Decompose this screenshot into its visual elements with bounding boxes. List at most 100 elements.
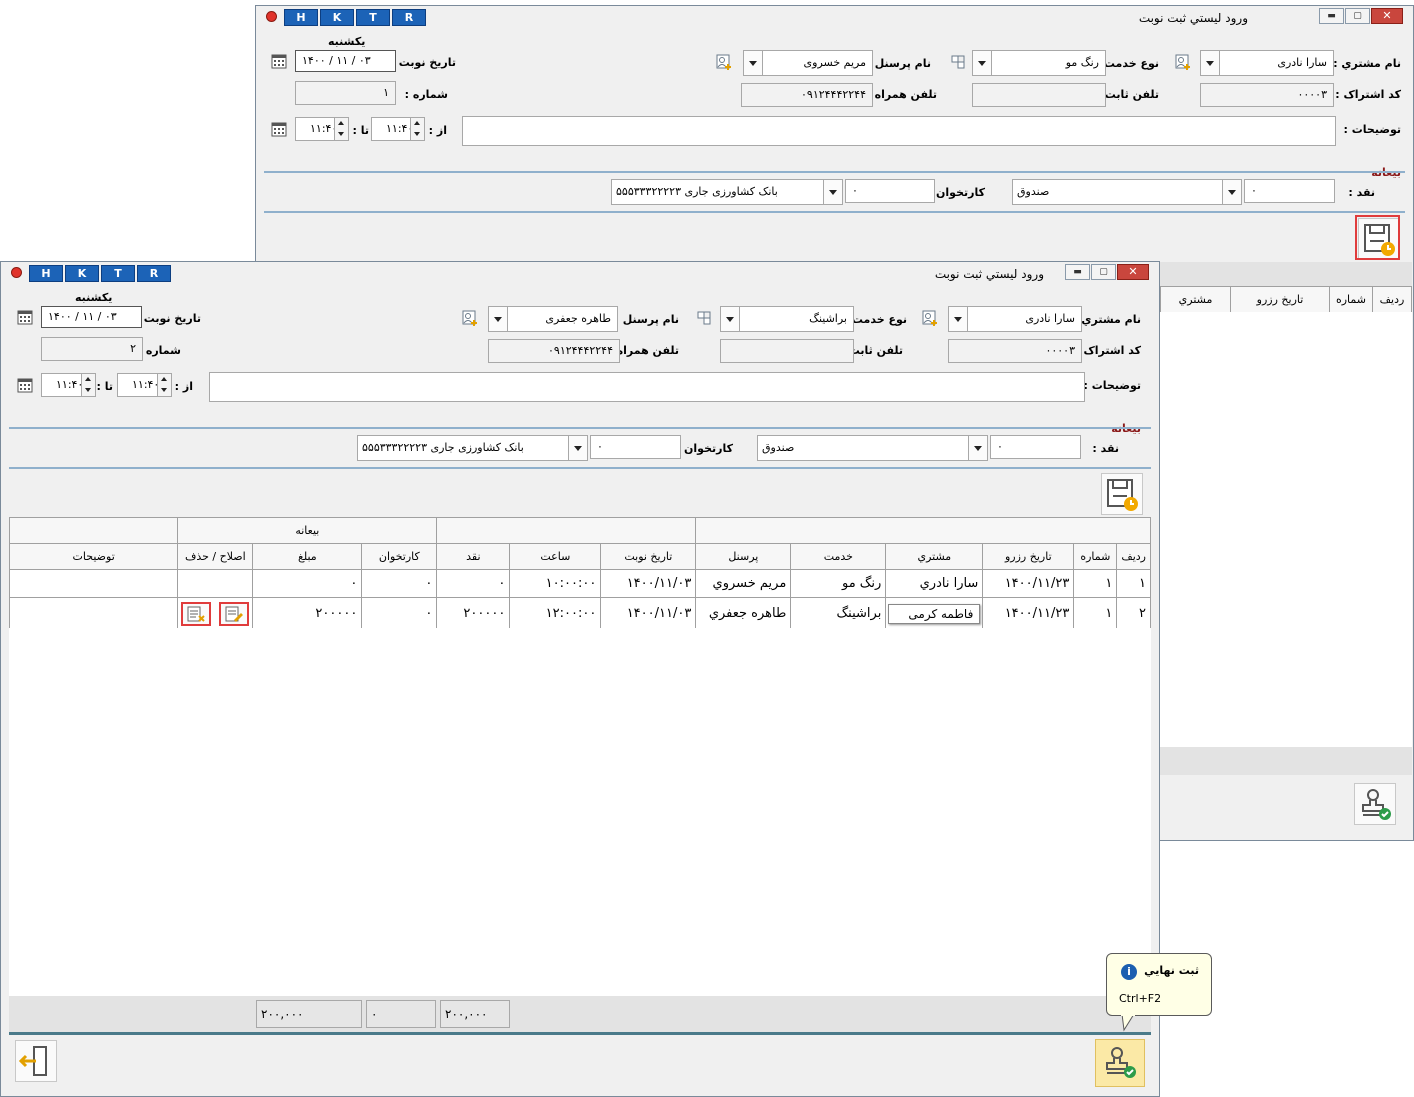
spin-down-icon[interactable] <box>157 385 171 396</box>
table-row[interactable]: ۲ ۱ ۱۴۰۰/۱۱/۲۳ فاطمه کرمی براشينگ طاهره … <box>8 597 1151 630</box>
col-cash[interactable]: نقد <box>436 543 511 570</box>
final-submit-button[interactable] <box>1354 783 1396 825</box>
col-description[interactable]: توضيحات <box>8 543 179 570</box>
col-row[interactable]: رديف <box>1116 543 1151 570</box>
spin-up-icon[interactable] <box>157 374 171 385</box>
col-amount[interactable]: مبلغ <box>252 543 363 570</box>
mobile-field[interactable]: ۰۹۱۲۴۴۴۲۲۴۴ <box>741 83 873 107</box>
card-field[interactable]: ۰ <box>845 179 935 203</box>
spin-down-icon[interactable] <box>410 129 424 140</box>
description-field[interactable] <box>209 372 1085 402</box>
spin-down-icon[interactable] <box>81 385 95 396</box>
cash-label: نقد : <box>1348 186 1375 199</box>
staff-search-icon[interactable] <box>461 309 479 327</box>
chevron-down-icon[interactable] <box>1222 180 1241 204</box>
phone-field[interactable] <box>720 339 854 363</box>
cell-time: ۱۲:۰۰:۰۰ <box>509 597 602 630</box>
tooltip-pointer <box>1121 1014 1135 1032</box>
h-button[interactable]: H <box>29 265 63 282</box>
table-row[interactable]: ۱ ۱ ۱۴۰۰/۱۱/۲۳ سارا نادري رنگ مو مريم خس… <box>8 569 1151 598</box>
cash-field[interactable]: ۰ <box>990 435 1081 459</box>
cell-amount: ۲۰۰۰۰۰ <box>252 597 363 630</box>
spin-down-icon[interactable] <box>334 129 348 140</box>
chevron-down-icon[interactable] <box>744 51 763 75</box>
from-time-field[interactable]: ۱۱:۴۰ <box>371 117 425 141</box>
from-time-field[interactable]: ۱۱:۴۰ <box>117 373 172 397</box>
col-reserve-date[interactable]: تاريخ رزرو <box>982 543 1075 570</box>
service-settings-icon[interactable] <box>949 53 967 71</box>
chevron-down-icon[interactable] <box>973 51 992 75</box>
col-row[interactable]: رديف <box>1372 286 1412 313</box>
exit-button[interactable] <box>15 1040 57 1082</box>
cell-customer[interactable]: فاطمه کرمی <box>885 597 984 630</box>
col-edit-delete[interactable]: اصلاح / حذف <box>177 543 254 570</box>
staff-combo[interactable]: طاهره جعفری <box>488 306 618 332</box>
edit-button[interactable] <box>219 601 250 626</box>
customer-search-icon[interactable] <box>1174 53 1192 71</box>
customer-search-icon[interactable] <box>921 309 939 327</box>
customer-combo[interactable]: سارا نادری <box>1200 50 1334 76</box>
minimize-button[interactable]: ▬ <box>1319 8 1344 24</box>
service-combo[interactable]: براشینگ <box>720 306 854 332</box>
delete-button[interactable] <box>181 601 212 626</box>
cash-field[interactable]: ۰ <box>1244 179 1335 203</box>
description-field[interactable] <box>462 116 1336 146</box>
spin-up-icon[interactable] <box>334 118 348 129</box>
calendar-icon[interactable] <box>16 376 34 394</box>
close-button[interactable]: ✕ <box>1371 8 1403 24</box>
col-number[interactable]: شماره <box>1073 543 1118 570</box>
final-submit-button[interactable] <box>1095 1039 1145 1087</box>
customer-combo[interactable]: سارا نادری <box>948 306 1082 332</box>
chevron-down-icon[interactable] <box>1201 51 1220 75</box>
col-time[interactable]: ساعت <box>509 543 602 570</box>
r-button[interactable]: R <box>392 9 426 26</box>
bank-combo[interactable]: بانک کشاورزی جاری ۵۵۵۳۳۳۲۲۲۲۳ <box>357 435 588 461</box>
date-field[interactable]: ۱۴۰۰ / ۱۱ / ۰۳ <box>295 50 396 72</box>
col-card[interactable]: کارتخوان <box>361 543 438 570</box>
calendar-icon[interactable] <box>16 308 34 326</box>
col-appointment-date[interactable]: تاريخ نوبت <box>600 543 697 570</box>
card-field[interactable]: ۰ <box>590 435 681 459</box>
t-button[interactable]: T <box>356 9 390 26</box>
date-field[interactable]: ۱۴۰۰ / ۱۱ / ۰۳ <box>41 306 142 328</box>
customer-dropdown-editor[interactable]: فاطمه کرمی <box>888 603 981 624</box>
service-settings-icon[interactable] <box>695 309 713 327</box>
close-button[interactable]: ✕ <box>1117 264 1149 280</box>
chevron-down-icon[interactable] <box>721 307 740 331</box>
phone-field[interactable] <box>972 83 1106 107</box>
mobile-field[interactable]: ۰۹۱۲۴۴۴۲۲۴۴ <box>488 339 620 363</box>
t-button[interactable]: T <box>101 265 135 282</box>
to-time-field[interactable]: ۱۱:۴۰ <box>41 373 96 397</box>
col-customer[interactable]: مشتري <box>885 543 984 570</box>
staff-search-icon[interactable] <box>715 53 733 71</box>
chevron-down-icon[interactable] <box>949 307 968 331</box>
col-staff[interactable]: پرسنل <box>695 543 792 570</box>
col-service[interactable]: خدمت <box>790 543 887 570</box>
maximize-button[interactable]: ▢ <box>1345 8 1370 24</box>
k-button[interactable]: K <box>320 9 354 26</box>
col-reserve-date[interactable]: تاريخ رزرو <box>1230 286 1330 313</box>
k-button[interactable]: K <box>65 265 99 282</box>
cash-box-combo[interactable]: صندوق <box>757 435 988 461</box>
chevron-down-icon[interactable] <box>968 436 987 460</box>
r-button[interactable]: R <box>137 265 171 282</box>
col-number[interactable]: شماره <box>1329 286 1373 313</box>
maximize-button[interactable]: ▢ <box>1091 264 1116 280</box>
h-button[interactable]: H <box>284 9 318 26</box>
spin-up-icon[interactable] <box>410 118 424 129</box>
calendar-icon[interactable] <box>270 52 288 70</box>
save-appointment-button[interactable] <box>1101 473 1143 515</box>
calendar-icon[interactable] <box>270 120 288 138</box>
minimize-button[interactable]: ▬ <box>1065 264 1090 280</box>
spin-up-icon[interactable] <box>81 374 95 385</box>
chevron-down-icon[interactable] <box>823 180 842 204</box>
chevron-down-icon[interactable] <box>568 436 587 460</box>
staff-combo[interactable]: مریم خسروی <box>743 50 873 76</box>
service-combo[interactable]: رنگ مو <box>972 50 1106 76</box>
bank-combo[interactable]: بانک کشاورزی جاری ۵۵۵۳۳۳۲۲۲۲۳ <box>611 179 843 205</box>
back-grid: رديف شماره تاريخ رزرو مشتري <box>1160 286 1412 313</box>
col-customer[interactable]: مشتري <box>1160 286 1231 313</box>
chevron-down-icon[interactable] <box>489 307 508 331</box>
cash-box-combo[interactable]: صندوق <box>1012 179 1242 205</box>
to-time-field[interactable]: ۱۱:۴۰ <box>295 117 349 141</box>
